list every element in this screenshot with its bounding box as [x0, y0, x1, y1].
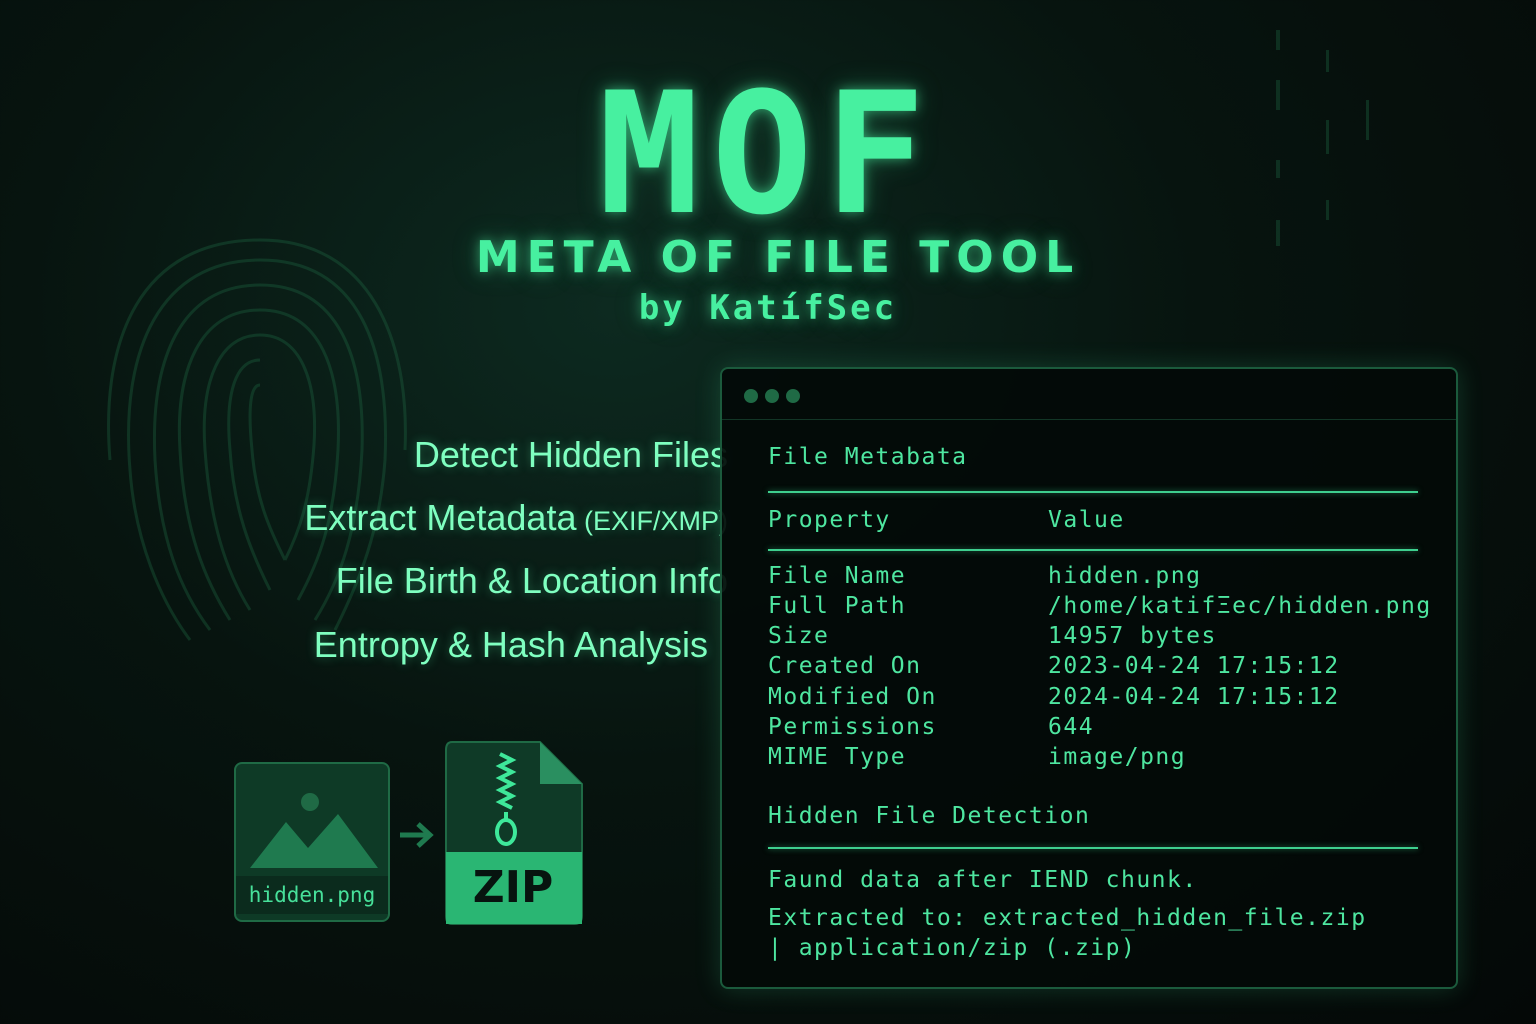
column-header-property: Property — [768, 507, 891, 533]
image-file-icon: hidden.png — [234, 762, 390, 922]
row-property: Size — [768, 623, 830, 649]
row-property: Modified On — [768, 684, 937, 710]
row-property: Created On — [768, 653, 922, 679]
detection-heading: Hidden File Detection — [768, 803, 1091, 829]
row-value: 2024-04-24 17:15:12 — [1048, 684, 1340, 710]
row-value: /home/katifΞec/hidden.png — [1048, 593, 1432, 619]
feature-entropy-hash: Entropy & Hash Analysis — [313, 624, 708, 665]
detection-line: Faund data after IEND chunk. — [768, 867, 1198, 893]
detection-line: | application/zip (.zip) — [768, 935, 1137, 961]
feature-file-birth: File Birth & Location Info — [335, 560, 728, 601]
row-value: hidden.png — [1048, 563, 1202, 589]
divider — [768, 491, 1418, 493]
detection-line: Extracted to: extracted_hidden_file.zip — [768, 905, 1367, 931]
row-property: File Name — [768, 563, 907, 589]
metadata-heading: File Metabata — [768, 444, 968, 470]
terminal-window: File Metabata Property Value File Name h… — [720, 367, 1458, 989]
logo-title: MOF — [598, 56, 938, 252]
app-subtitle: META OF FILE TOOL — [475, 232, 1081, 283]
divider — [768, 549, 1418, 551]
row-value: 2023-04-24 17:15:12 — [1048, 653, 1340, 679]
zip-label: ZIP — [472, 862, 554, 913]
source-file-name: hidden.png — [236, 876, 388, 914]
window-minimize-dot[interactable] — [765, 389, 779, 403]
column-header-value: Value — [1048, 507, 1125, 533]
row-property: MIME Type — [768, 744, 907, 770]
feature-detect-hidden: Detect Hidden Files — [413, 434, 728, 475]
row-value: 644 — [1048, 714, 1095, 740]
window-close-dot[interactable] — [744, 389, 758, 403]
row-value: image/png — [1048, 744, 1187, 770]
terminal-titlebar — [722, 369, 1456, 420]
row-value: 14957 bytes — [1048, 623, 1217, 649]
divider — [768, 847, 1418, 849]
arrow-right-icon — [400, 822, 434, 848]
landscape-icon — [250, 793, 378, 868]
row-property: Full Path — [768, 593, 907, 619]
feature-extract-metadata: Extract Metadata (EXIF/XMP) — [304, 497, 728, 538]
row-property: Permissions — [768, 714, 937, 740]
window-maximize-dot[interactable] — [786, 389, 800, 403]
author-byline: by KatífSec — [638, 288, 898, 328]
